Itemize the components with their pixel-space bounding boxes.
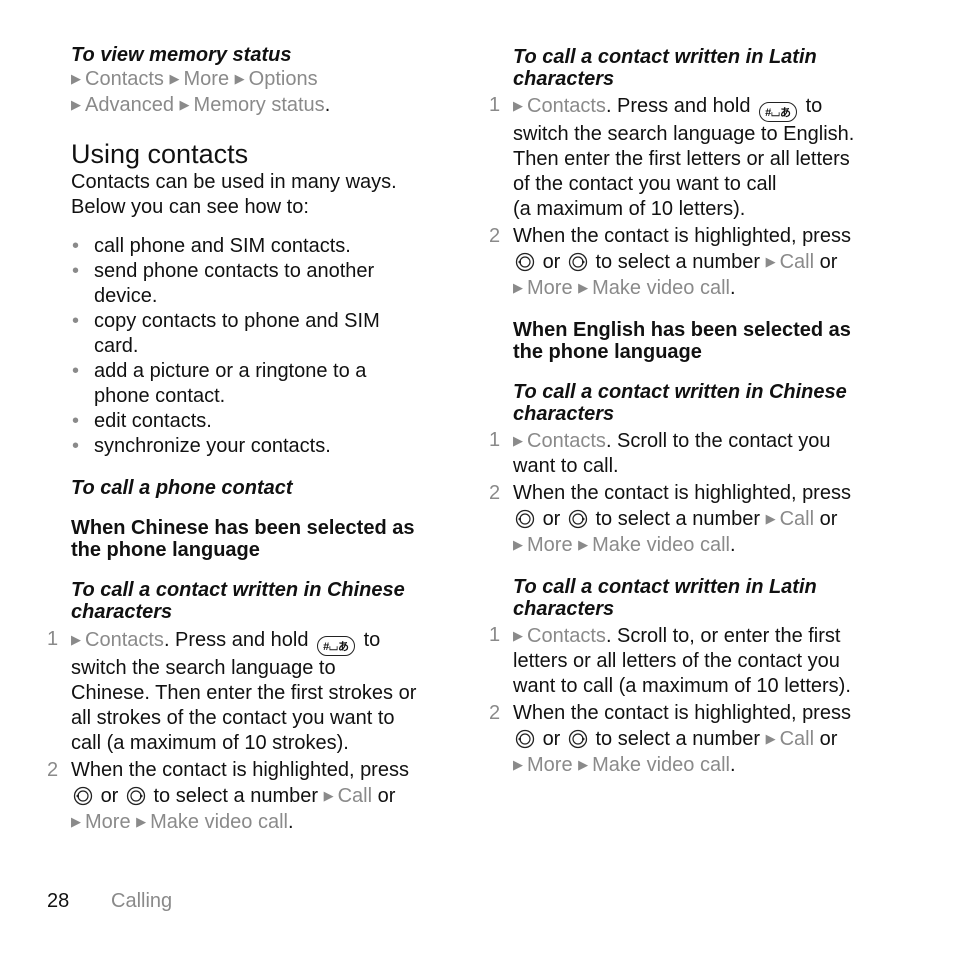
navigation-key-right-icon — [568, 252, 588, 272]
arrow-icon: ▶ — [136, 814, 147, 829]
navigation-key-left-icon — [515, 509, 535, 529]
page-number: 28 — [47, 890, 70, 912]
arrow-icon: ▶ — [578, 280, 589, 295]
arrow-icon: ▶ — [513, 757, 523, 772]
navigation-key-right-icon — [568, 509, 588, 529]
arrow-icon: ▶ — [513, 537, 523, 552]
arrow-icon: ▶ — [71, 814, 81, 829]
navigation-key-left-icon — [515, 252, 535, 272]
arrow-icon: ▶ — [578, 537, 589, 552]
arrow-icon: ▶ — [513, 280, 523, 295]
hash-key-icon: #⌴あ — [317, 636, 356, 656]
arrow-icon: ▶ — [513, 628, 523, 643]
memory-status-heading: To view memory status — [71, 44, 292, 66]
navigation-key-right-icon — [568, 729, 588, 749]
hash-key-icon: #⌴あ — [759, 102, 798, 122]
arrow-icon: ▶ — [71, 632, 81, 647]
list-item: • synchronize your contacts. — [72, 435, 331, 457]
arrow-icon: ▶ — [765, 511, 776, 526]
list-item: • edit contacts. — [72, 410, 212, 432]
list-item: • add a picture or a ringtone to a phone c… — [72, 360, 367, 407]
navigation-key-left-icon — [515, 729, 535, 749]
intro-line-1: Contacts can be used in many ways. — [71, 171, 397, 193]
latin-characters-heading: To call a contact written in Latin charac… — [513, 46, 817, 90]
intro-line-2: Below you can see how to: — [71, 196, 309, 218]
arrow-icon: ▶ — [234, 71, 245, 86]
memory-path-line-2: ▶ Advanced ▶ Memory status. — [71, 94, 331, 116]
list-item: • send phone contacts to another device. — [72, 260, 375, 307]
arrow-icon: ▶ — [71, 97, 81, 112]
usage-list: • call phone and SIM contacts. • send phon… — [71, 234, 456, 459]
arrow-icon: ▶ — [169, 71, 180, 86]
arrow-icon: ▶ — [179, 97, 190, 112]
step-2: 2 When the contact is highlighted, press… — [489, 482, 851, 556]
right-column: To call a contact written in Latin charac… — [489, 46, 898, 778]
left-column: To view memory status ▶ Contacts ▶ More ▶ O… — [47, 44, 456, 835]
section-name: Calling — [111, 890, 173, 912]
arrow-icon: ▶ — [513, 433, 523, 448]
navigation-key-right-icon — [126, 786, 146, 806]
arrow-icon: ▶ — [578, 757, 589, 772]
call-phone-contact-heading: To call a phone contact — [71, 477, 293, 499]
chinese-characters-heading: To call a contact written in Chinese char… — [513, 381, 847, 425]
arrow-icon: ▶ — [765, 254, 776, 269]
arrow-icon: ▶ — [71, 71, 81, 86]
list-item: • call phone and SIM contacts. — [72, 235, 351, 257]
english-language-heading: When English has been selected as the pho… — [513, 319, 851, 363]
section-title: Using contacts — [71, 139, 249, 169]
list-item: • copy contacts to phone and SIM card. — [72, 310, 380, 357]
arrow-icon: ▶ — [765, 731, 776, 746]
arrow-icon: ▶ — [513, 98, 523, 113]
step-1: 1 ▶ Contacts. Scroll to, or enter the fir… — [489, 624, 851, 697]
latin-characters-heading-2: To call a contact written in Latin charac… — [513, 576, 817, 620]
memory-path-line-1: ▶ Contacts ▶ More ▶ Options — [71, 68, 318, 90]
navigation-key-left-icon — [73, 786, 93, 806]
step-1: 1 ▶ Contacts. Scroll to the contact you w… — [489, 429, 831, 477]
chinese-characters-heading: To call a contact written in Chinese char… — [71, 579, 405, 623]
step-2: 2 When the contact is highlighted, press… — [489, 225, 851, 299]
chinese-language-heading: When Chinese has been selected as the pho… — [71, 517, 415, 561]
step-2: 2 When the contact is highlighted, press… — [47, 759, 409, 833]
arrow-icon: ▶ — [323, 788, 334, 803]
step-1: 1 ▶ Contacts. Press and hold #⌴あ to switc… — [489, 94, 855, 220]
step-1: 1 ▶ Contacts. Press and hold #⌴あ to switc… — [47, 628, 417, 754]
step-2: 2 When the contact is highlighted, press… — [489, 702, 851, 776]
